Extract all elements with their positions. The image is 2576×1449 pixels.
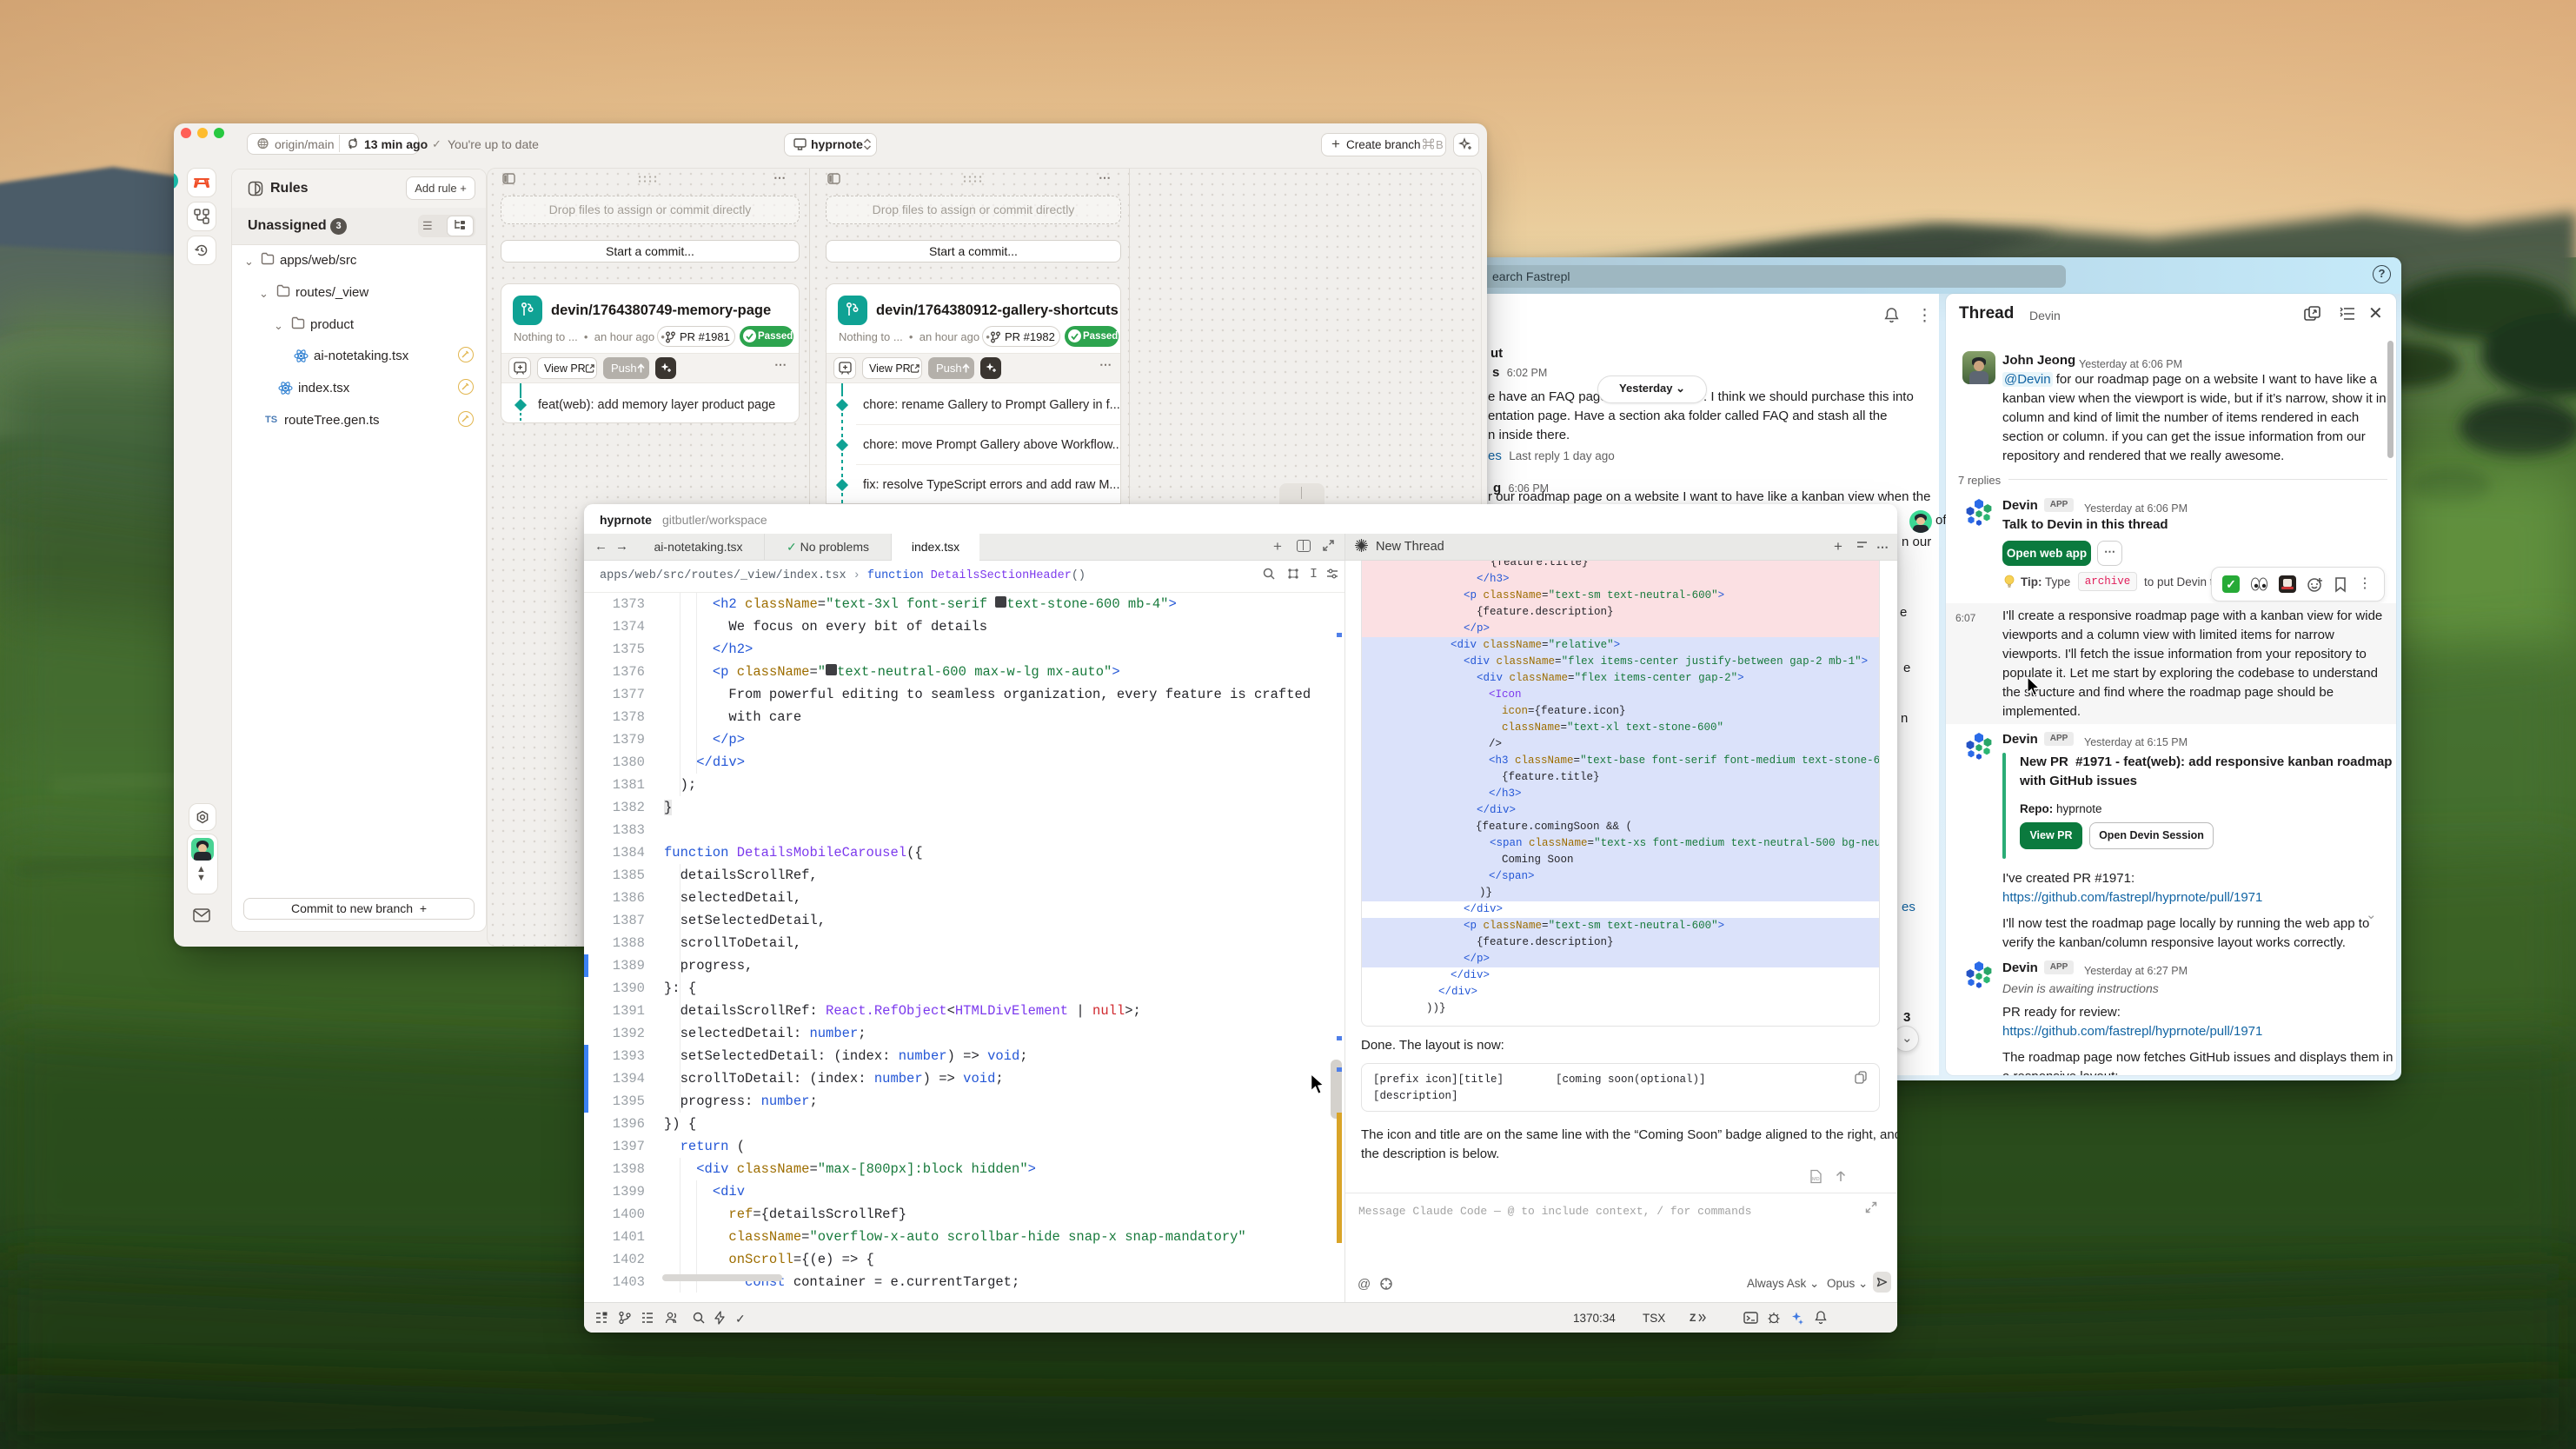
svg-text:MD: MD: [1812, 1177, 1820, 1182]
svg-text:Z: Z: [1690, 1312, 1696, 1324]
